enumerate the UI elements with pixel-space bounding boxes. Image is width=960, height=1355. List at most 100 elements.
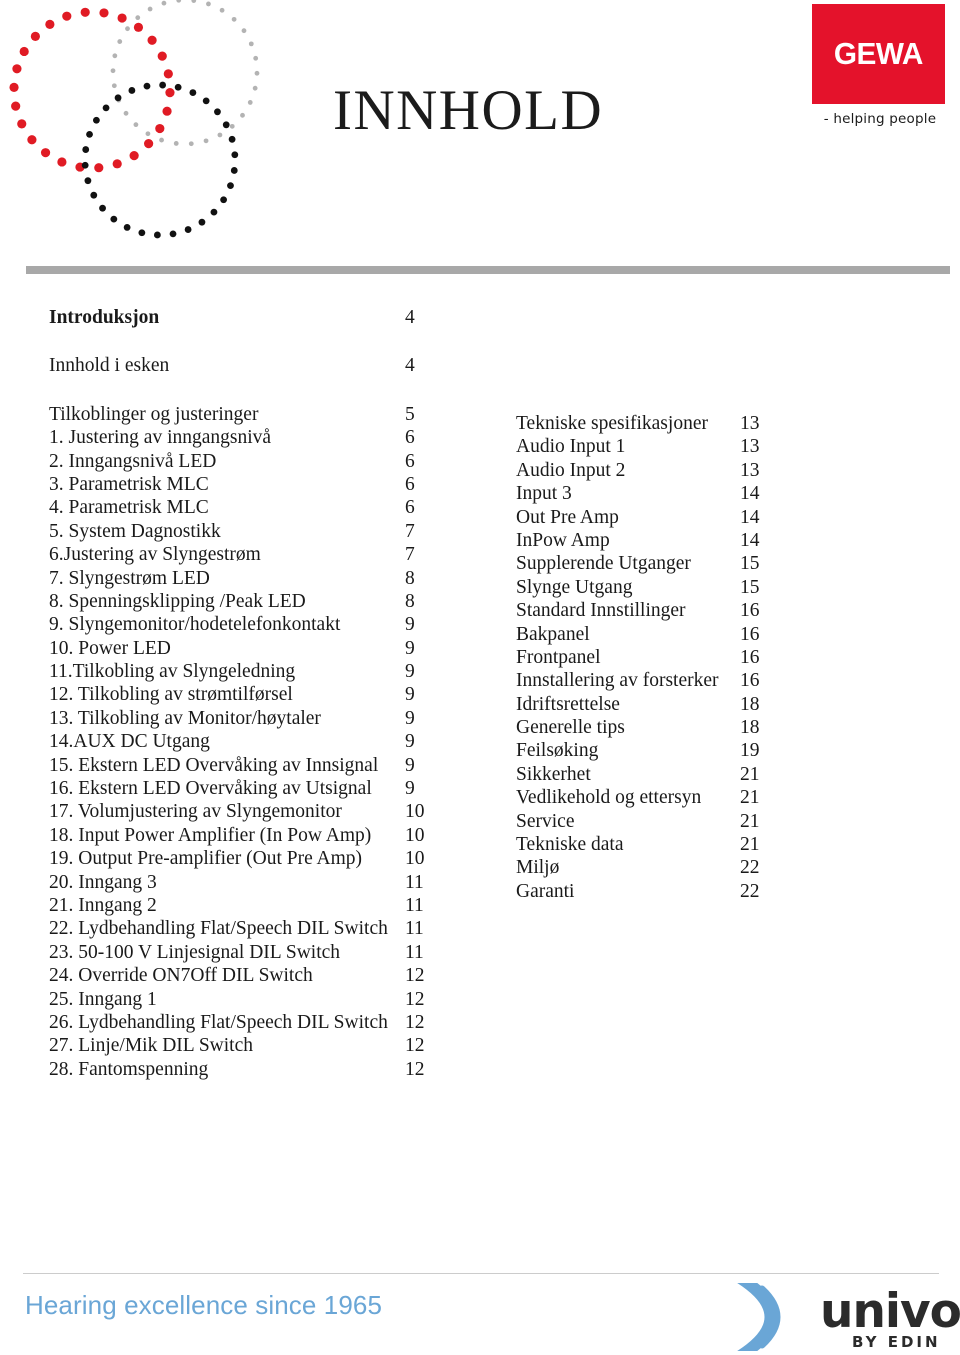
toc-entry[interactable]: 20. Inngang 3 11: [49, 871, 429, 894]
toc-entry[interactable]: 14.AUX DC Utgang 9: [49, 730, 429, 753]
univox-wordmark: univox: [820, 1284, 960, 1339]
toc-entry[interactable]: Input 3 14: [516, 482, 776, 505]
toc-entry[interactable]: Out Pre Amp 14: [516, 506, 776, 529]
toc-entry-label: 15. Ekstern LED Overvåking av Innsignal: [49, 754, 379, 776]
toc-entry[interactable]: 17. Volumjustering av Slyngemonitor 10: [49, 800, 429, 823]
toc-entry[interactable]: 22. Lydbehandling Flat/Speech DIL Switch…: [49, 917, 429, 940]
toc-entry-label: Introduksjon: [49, 307, 160, 328]
toc-entry[interactable]: Bakpanel 16: [516, 623, 776, 646]
toc-entry[interactable]: 21. Inngang 2 11: [49, 894, 429, 917]
toc-entry-label: Tekniske spesifikasjoner: [516, 413, 708, 434]
black-dotted-circle: [81, 81, 239, 239]
toc-entry[interactable]: 27. Linje/Mik DIL Switch 12: [49, 1034, 429, 1057]
toc-entry-page: 14: [740, 483, 760, 505]
toc-entry-label: Tekniske data: [516, 834, 624, 856]
toc-entry[interactable]: 7. Slyngestrøm LED 8: [49, 567, 429, 590]
toc-entry-label: 28. Fantomspenning: [49, 1058, 209, 1080]
toc-entry[interactable]: Innstallering av forsterker 16: [516, 669, 776, 692]
gewa-tagline: - helping people: [823, 111, 937, 127]
footer-tagline: Hearing excellence since 1965: [25, 1290, 383, 1320]
toc-entry-label: Service: [516, 810, 575, 832]
toc-entry[interactable]: Sikkerhet 21: [516, 763, 776, 786]
toc-entry[interactable]: 8. Spenningsklipping /Peak LED 8: [49, 590, 429, 613]
toc-entry-label: Standard Innstillinger: [516, 600, 686, 622]
toc-entry-label: 21. Inngang 2: [49, 894, 157, 916]
toc-entry-label: Innhold i esken: [49, 355, 170, 377]
toc-entry-label: 26. Lydbehandling Flat/Speech DIL Switch: [49, 1011, 388, 1033]
toc-entry[interactable]: 16. Ekstern LED Overvåking av Utsignal 9: [49, 777, 429, 800]
toc-entry-label: Audio Input 1: [516, 436, 626, 458]
toc-entry[interactable]: 28. Fantomspenning 12: [49, 1058, 429, 1081]
toc-entry-page: 16: [740, 600, 760, 622]
toc-entry[interactable]: 3. Parametrisk MLC 6: [49, 473, 429, 496]
toc-entry[interactable]: InPow Amp 14: [516, 529, 776, 552]
toc-entry[interactable]: 4. Parametrisk MLC 6: [49, 496, 429, 519]
toc-entry[interactable]: Tilkoblinger og justeringer 5: [49, 403, 429, 426]
dotted-circles-decoration: [9, 0, 260, 239]
toc-entry[interactable]: 10. Power LED 9: [49, 637, 429, 660]
toc-entry-label: 24. Override ON7Off DIL Switch: [49, 965, 313, 987]
toc-entry-page: 10: [405, 801, 425, 823]
toc-entry-page: 9: [405, 731, 415, 753]
toc-entry[interactable]: 24. Override ON7Off DIL Switch 12: [49, 964, 429, 987]
toc-entry[interactable]: Frontpanel 16: [516, 646, 776, 669]
toc-entry[interactable]: 23. 50-100 V Linjesignal DIL Switch 11: [49, 941, 429, 964]
toc-entry-label: 7. Slyngestrøm LED: [49, 567, 210, 589]
toc-entry-label: Out Pre Amp: [516, 506, 619, 528]
toc-entry-page: 22: [740, 880, 760, 902]
toc-entry-label: 3. Parametrisk MLC: [49, 473, 209, 495]
toc-entry[interactable]: Audio Input 2 13: [516, 459, 776, 482]
toc-entry[interactable]: 13. Tilkobling av Monitor/høytaler 9: [49, 707, 429, 730]
toc-entry-label: 25. Inngang 1: [49, 988, 157, 1010]
toc-entry[interactable]: Generelle tips 18: [516, 716, 776, 739]
toc-entry-page: 5: [405, 403, 415, 425]
toc-entry-label: 4. Parametrisk MLC: [49, 497, 209, 519]
toc-entry[interactable]: 1. Justering av inngangsnivå 6: [49, 426, 429, 449]
header-divider: [26, 266, 950, 274]
toc-entry-page: 21: [740, 763, 760, 785]
toc-entry[interactable]: Innhold i esken 4: [49, 354, 429, 377]
toc-entry-page: 10: [405, 848, 425, 870]
toc-entry[interactable]: Garanti 22: [516, 880, 776, 903]
toc-entry[interactable]: Service 21: [516, 810, 776, 833]
toc-entry-label: 9. Slyngemonitor/hodetelefonkontakt: [49, 614, 341, 636]
toc-entry[interactable]: Standard Innstillinger 16: [516, 599, 776, 622]
toc-entry-label: Innstallering av forsterker: [516, 670, 719, 692]
toc-entry-page: 21: [740, 834, 760, 856]
toc-entry-label: 20. Inngang 3: [49, 871, 157, 893]
toc-entry-page: 4: [405, 307, 415, 328]
toc-entry-label: 11.Tilkobling av Slyngeledning: [49, 661, 296, 683]
toc-entry-label: 6.Justering av Slyngestrøm: [49, 544, 261, 566]
toc-entry[interactable]: 25. Inngang 1 12: [49, 988, 429, 1011]
toc-entry[interactable]: Tekniske spesifikasjoner 13: [516, 412, 776, 435]
toc-entry-label: 14.AUX DC Utgang: [49, 731, 210, 753]
toc-entry[interactable]: 15. Ekstern LED Overvåking av Innsignal 9: [49, 754, 429, 777]
toc-entry[interactable]: 26. Lydbehandling Flat/Speech DIL Switch…: [49, 1011, 429, 1034]
toc-entry[interactable]: Introduksjon 4: [49, 306, 429, 329]
toc-entry-page: 6: [405, 427, 415, 449]
toc-entry[interactable]: 19. Output Pre-amplifier (Out Pre Amp) 10: [49, 847, 429, 870]
toc-entry[interactable]: Slynge Utgang 15: [516, 576, 776, 599]
toc-entry-page: 10: [405, 824, 425, 846]
toc-entry-page: 16: [740, 670, 760, 692]
toc-entry[interactable]: Tekniske data 21: [516, 833, 776, 856]
toc-entry[interactable]: 5. System Dagnostikk 7: [49, 520, 429, 543]
toc-entry-label: 8. Spenningsklipping /Peak LED: [49, 590, 306, 612]
toc-entry[interactable]: Audio Input 1 13: [516, 435, 776, 458]
toc-entry[interactable]: 6.Justering av Slyngestrøm 7: [49, 543, 429, 566]
toc-entry[interactable]: 2. Inngangsnivå LED 6: [49, 450, 429, 473]
toc-entry[interactable]: Miljø 22: [516, 856, 776, 879]
toc-entry[interactable]: Feilsøking 19: [516, 739, 776, 762]
toc-entry[interactable]: Supplerende Utganger 15: [516, 552, 776, 575]
toc-entry[interactable]: 12. Tilkobling av strømtilførsel 9: [49, 683, 429, 706]
toc-entry[interactable]: Idriftsrettelse 18: [516, 693, 776, 716]
toc-entry-page: 9: [405, 637, 415, 659]
toc-entry-page: 16: [740, 646, 760, 668]
toc-entry[interactable]: 11.Tilkobling av Slyngeledning 9: [49, 660, 429, 683]
toc-entry[interactable]: 9. Slyngemonitor/hodetelefonkontakt 9: [49, 613, 429, 636]
toc-entry-page: 13: [740, 436, 760, 458]
toc-entry[interactable]: 18. Input Power Amplifier (In Pow Amp) 10: [49, 824, 429, 847]
toc-entry-page: 19: [740, 740, 760, 762]
toc-entry-page: 9: [405, 707, 415, 729]
toc-entry[interactable]: Vedlikehold og ettersyn 21: [516, 786, 776, 809]
